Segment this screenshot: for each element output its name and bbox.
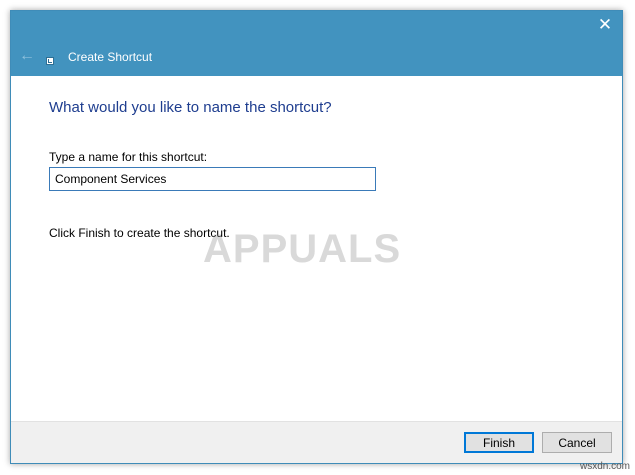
button-bar: Finish Cancel (11, 421, 622, 463)
shortcut-icon (46, 57, 54, 65)
appuals-watermark: APPUALS (203, 219, 413, 279)
title-bar: ✕ ← Create Shortcut (11, 11, 622, 76)
finish-hint-text: Click Finish to create the shortcut. (49, 226, 230, 240)
back-arrow-icon[interactable]: ← (17, 47, 37, 65)
site-watermark: wsxdn.com (580, 461, 631, 472)
window-title: Create Shortcut (68, 50, 153, 64)
shortcut-name-input[interactable] (49, 167, 376, 191)
watermark-logo-text: APPUALS (203, 227, 402, 271)
finish-button[interactable]: Finish (464, 432, 534, 453)
shortcut-name-label: Type a name for this shortcut: (49, 150, 208, 164)
page-heading: What would you like to name the shortcut… (49, 99, 332, 116)
cancel-button[interactable]: Cancel (542, 432, 612, 453)
close-icon[interactable]: ✕ (592, 13, 618, 37)
create-shortcut-dialog: ✕ ← Create Shortcut What would you like … (10, 10, 623, 464)
